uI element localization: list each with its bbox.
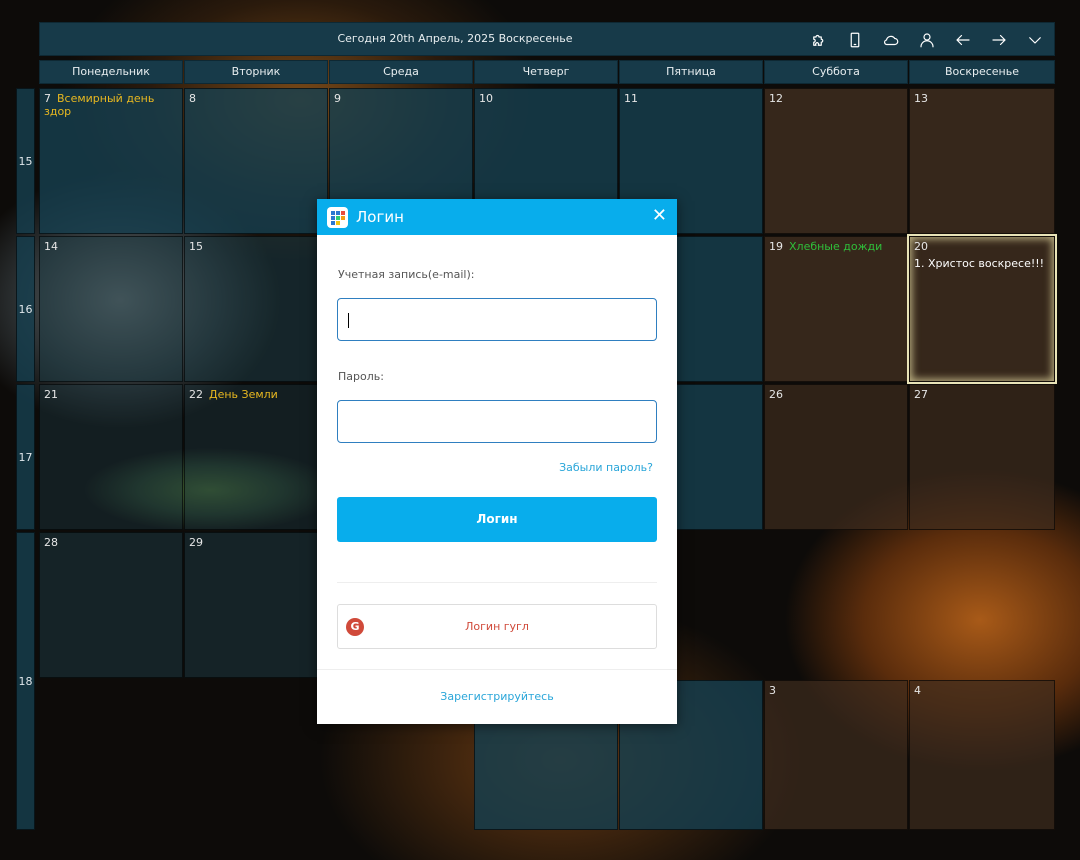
user-event[interactable]: 1. Христос воскресе!!!	[914, 257, 1050, 270]
password-label: Пароль:	[338, 370, 384, 383]
tablet-icon[interactable]	[844, 29, 866, 51]
google-login-label: Логин гугл	[465, 620, 529, 633]
day-cell[interactable]: 7 Всемирный день здор	[39, 88, 183, 234]
holiday-event[interactable]: День Земли	[209, 388, 278, 401]
dialog-footer: Зарегистрируйтесь	[317, 669, 677, 724]
week-number: 15	[16, 88, 35, 234]
current-date-title: Сегодня 20th Апрель, 2025 Воскресенье	[337, 32, 573, 45]
week-number: 16	[16, 236, 35, 382]
weekday-header: Пятница	[619, 60, 763, 84]
divider	[337, 582, 657, 583]
user-icon[interactable]	[916, 29, 938, 51]
register-link[interactable]: Зарегистрируйтесь	[440, 690, 553, 703]
calendar-header: Сегодня 20th Апрель, 2025 Воскресенье	[39, 22, 1055, 56]
dialog-header: Логин ✕	[317, 199, 677, 235]
holiday-event[interactable]: Всемирный день здор	[44, 92, 154, 118]
weekday-header: Среда	[329, 60, 473, 84]
folk-event[interactable]: Хлебные дожди	[789, 240, 882, 253]
day-cell[interactable]: 21	[39, 384, 183, 530]
puzzle-icon[interactable]	[808, 29, 830, 51]
arrow-left-icon[interactable]	[952, 29, 974, 51]
day-number: 12	[769, 92, 783, 105]
day-number: 20	[914, 240, 928, 253]
day-number: 11	[624, 92, 638, 105]
day-cell[interactable]: 19 Хлебные дожди	[764, 236, 908, 382]
day-number: 3	[769, 684, 776, 697]
email-field[interactable]	[337, 298, 657, 341]
email-label: Учетная запись(e-mail):	[338, 268, 475, 281]
arrow-right-icon[interactable]	[988, 29, 1010, 51]
week-number: 17	[16, 384, 35, 530]
day-cell[interactable]: 13	[909, 88, 1055, 234]
day-number: 10	[479, 92, 493, 105]
day-cell[interactable]: 4	[909, 680, 1055, 830]
forgot-password-link[interactable]: Забыли пароль?	[559, 461, 653, 474]
day-number: 21	[44, 388, 58, 401]
day-cell[interactable]: 15	[184, 236, 328, 382]
day-number: 14	[44, 240, 58, 253]
weekday-header: Вторник	[184, 60, 328, 84]
day-number: 29	[189, 536, 203, 549]
day-cell[interactable]: 8	[184, 88, 328, 234]
login-button[interactable]: Логин	[337, 497, 657, 542]
day-number: 9	[334, 92, 341, 105]
google-icon: G	[346, 618, 364, 636]
day-cell[interactable]: 3	[764, 680, 908, 830]
password-field[interactable]	[337, 400, 657, 443]
chevron-down-icon[interactable]	[1024, 29, 1046, 51]
app-logo-icon	[327, 206, 348, 228]
day-cell[interactable]: 29	[184, 532, 328, 678]
weekday-header: Суббота	[764, 60, 908, 84]
day-number: 8	[189, 92, 196, 105]
day-number: 4	[914, 684, 921, 697]
day-number: 28	[44, 536, 58, 549]
google-login-button[interactable]: G Логин гугл	[337, 604, 657, 649]
week-number: 18	[16, 532, 35, 830]
dialog-title: Логин	[356, 208, 404, 226]
day-cell[interactable]: 26	[764, 384, 908, 530]
weekday-header: Четверг	[474, 60, 618, 84]
weekday-header: Понедельник	[39, 60, 183, 84]
today-cell[interactable]: 20 1. Христос воскресе!!!	[909, 236, 1055, 382]
day-cell[interactable]: 27	[909, 384, 1055, 530]
day-number: 22	[189, 388, 203, 401]
weekday-header: Воскресенье	[909, 60, 1055, 84]
day-cell[interactable]: 14	[39, 236, 183, 382]
day-number: 15	[189, 240, 203, 253]
close-icon[interactable]: ✕	[652, 207, 667, 225]
day-number: 13	[914, 92, 928, 105]
day-cell[interactable]: 28	[39, 532, 183, 678]
cloud-icon[interactable]	[880, 29, 902, 51]
day-number: 27	[914, 388, 928, 401]
login-dialog: Логин ✕ Учетная запись(e-mail): Пароль: …	[317, 199, 677, 724]
day-cell[interactable]: 22 День Земли	[184, 384, 328, 530]
day-number: 7	[44, 92, 51, 105]
day-number: 26	[769, 388, 783, 401]
day-number: 19	[769, 240, 783, 253]
day-cell[interactable]: 12	[764, 88, 908, 234]
